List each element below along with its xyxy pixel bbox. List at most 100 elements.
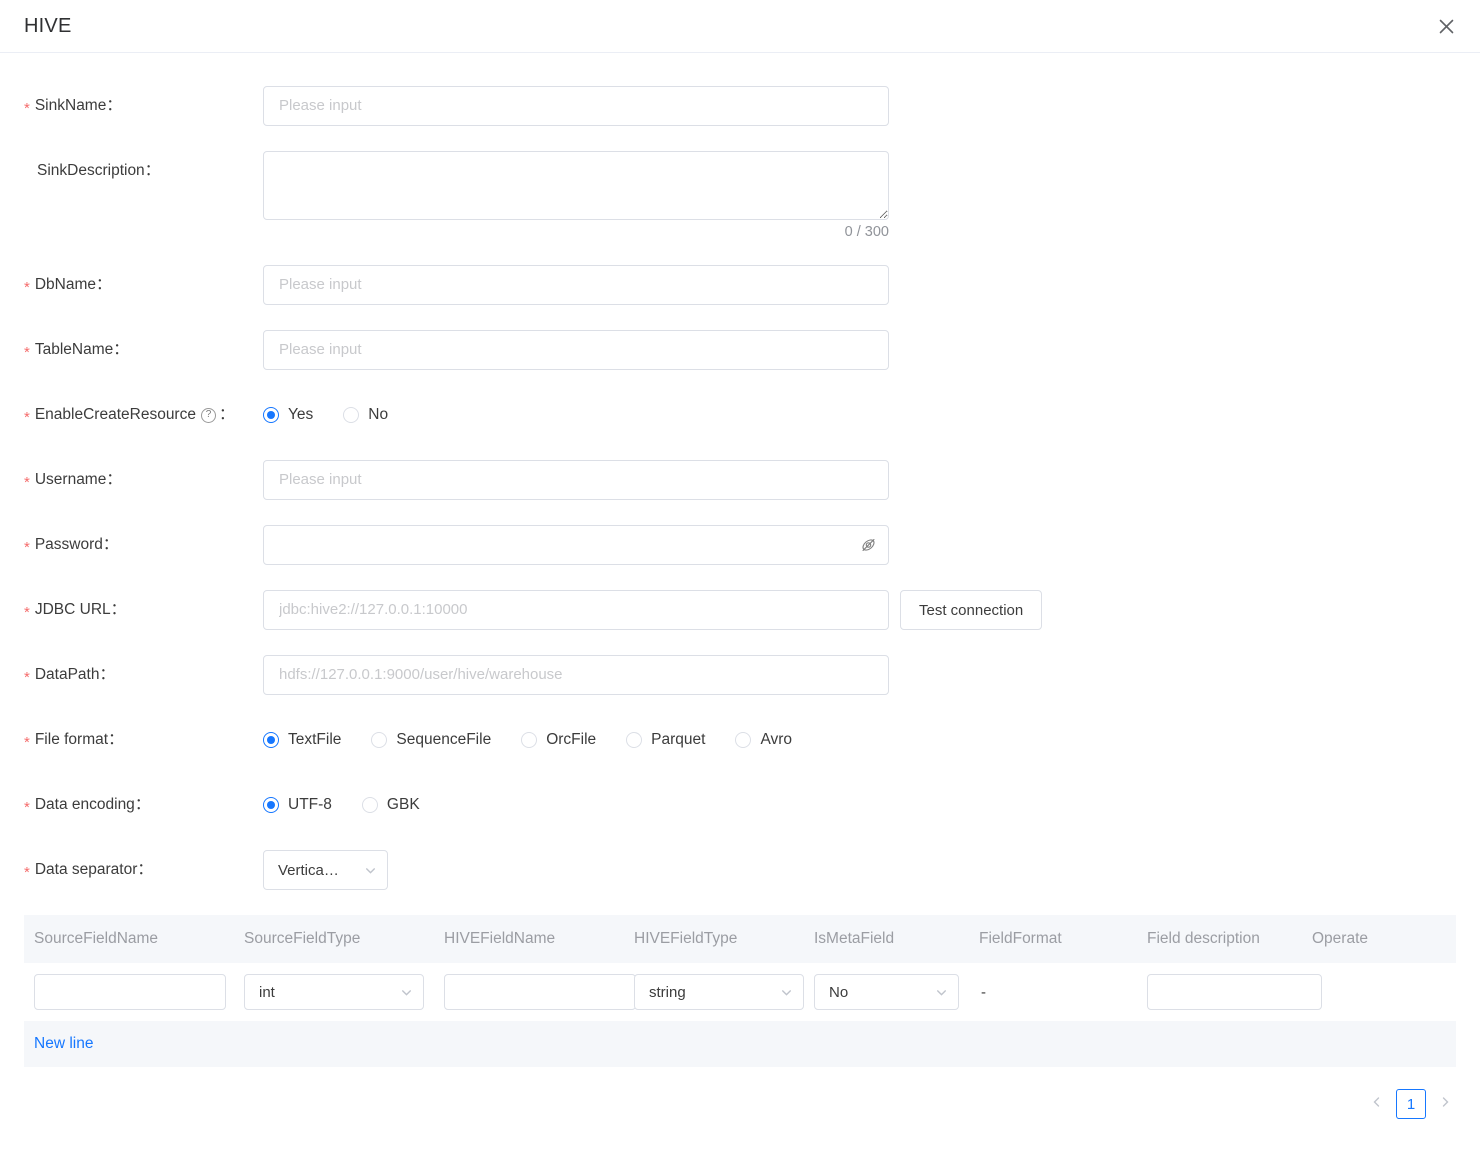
radio-label: Yes bbox=[288, 406, 313, 424]
hive-field-type-value: string bbox=[649, 984, 686, 1001]
column-header-source-field-type: SourceFieldType bbox=[234, 930, 434, 948]
close-button[interactable] bbox=[1428, 8, 1464, 44]
sink-description-textarea[interactable] bbox=[263, 151, 889, 220]
required-asterisk: * bbox=[24, 800, 30, 815]
radio-label: TextFile bbox=[288, 731, 341, 749]
label-text: TableName bbox=[35, 330, 113, 370]
radio-dot bbox=[263, 797, 279, 813]
radio-dot bbox=[263, 407, 279, 423]
form-row-data-path: * DataPath ： bbox=[0, 655, 1480, 695]
radio-file-format-sequencefile[interactable]: SequenceFile bbox=[371, 731, 491, 749]
cell-field-description bbox=[1137, 974, 1302, 1010]
chevron-down-icon bbox=[935, 986, 948, 999]
source-field-type-select[interactable]: int bbox=[244, 974, 424, 1010]
form-row-enable-create-resource: * EnableCreateResource ? ： Yes No bbox=[0, 395, 1480, 435]
sink-name-input[interactable] bbox=[263, 86, 889, 126]
label-text: SinkDescription bbox=[24, 151, 145, 191]
data-separator-select[interactable]: Vertica… bbox=[263, 850, 388, 890]
table-header-row: SourceFieldName SourceFieldType HIVEFiel… bbox=[24, 915, 1456, 963]
radio-label: GBK bbox=[387, 796, 420, 814]
form-row-jdbc-url: * JDBC URL ： Test connection bbox=[0, 590, 1480, 630]
hive-field-type-select[interactable]: string bbox=[634, 974, 804, 1010]
jdbc-url-input[interactable] bbox=[263, 590, 889, 630]
pagination: 1 bbox=[0, 1067, 1480, 1119]
required-asterisk: * bbox=[24, 345, 30, 360]
radio-dot bbox=[521, 732, 537, 748]
form-row-sink-name: * SinkName ： bbox=[0, 86, 1480, 126]
radio-file-format-avro[interactable]: Avro bbox=[735, 731, 792, 749]
is-meta-field-value: No bbox=[829, 984, 848, 1001]
radio-data-encoding-utf8[interactable]: UTF-8 bbox=[263, 796, 332, 814]
label-colon: ： bbox=[96, 265, 112, 305]
column-header-source-field-name: SourceFieldName bbox=[24, 930, 234, 948]
field-jdbc-url: Test connection bbox=[263, 590, 1042, 630]
label-text: EnableCreateResource bbox=[35, 395, 196, 435]
label-text: Data encoding bbox=[35, 785, 135, 825]
label-colon: ： bbox=[145, 151, 161, 191]
column-header-is-meta-field: IsMetaField bbox=[804, 930, 969, 948]
radio-label: SequenceFile bbox=[396, 731, 491, 749]
eye-slash-icon[interactable] bbox=[860, 537, 877, 554]
password-input[interactable] bbox=[263, 525, 889, 565]
label-colon: ： bbox=[135, 785, 151, 825]
label-colon: ： bbox=[113, 330, 129, 370]
cell-source-field-type: int bbox=[234, 974, 434, 1010]
field-password bbox=[263, 525, 889, 565]
new-line-row[interactable]: New line bbox=[24, 1021, 1456, 1067]
source-field-name-input[interactable] bbox=[34, 974, 226, 1010]
table-name-input[interactable] bbox=[263, 330, 889, 370]
description-char-counter: 0 / 300 bbox=[263, 224, 889, 240]
label-colon: ： bbox=[137, 850, 153, 890]
column-header-operate: Operate bbox=[1302, 930, 1456, 948]
form-row-password: * Password ： bbox=[0, 525, 1480, 565]
field-sink-description: 0 / 300 bbox=[263, 151, 889, 240]
username-input[interactable] bbox=[263, 460, 889, 500]
radio-enable-create-resource-no[interactable]: No bbox=[343, 406, 388, 424]
required-asterisk: * bbox=[24, 280, 30, 295]
label-text: File format bbox=[35, 720, 108, 760]
label-db-name: * DbName ： bbox=[0, 265, 263, 305]
form-row-file-format: * File format ： TextFile SequenceFile Or… bbox=[0, 720, 1480, 760]
pagination-prev-button[interactable] bbox=[1366, 1091, 1388, 1117]
required-asterisk: * bbox=[24, 670, 30, 685]
label-enable-create-resource: * EnableCreateResource ? ： bbox=[0, 395, 263, 435]
is-meta-field-select[interactable]: No bbox=[814, 974, 959, 1010]
chevron-left-icon bbox=[1371, 1095, 1383, 1113]
form-row-data-separator: * Data separator ： Vertica… bbox=[0, 850, 1480, 890]
required-asterisk: * bbox=[24, 735, 30, 750]
new-line-link[interactable]: New line bbox=[34, 1035, 93, 1053]
radio-label: Avro bbox=[760, 731, 792, 749]
radio-data-encoding-gbk[interactable]: GBK bbox=[362, 796, 420, 814]
field-sink-name bbox=[263, 86, 889, 126]
data-path-input[interactable] bbox=[263, 655, 889, 695]
cell-hive-field-name bbox=[434, 974, 624, 1010]
required-asterisk: * bbox=[24, 865, 30, 880]
field-data-separator: Vertica… bbox=[263, 850, 388, 890]
db-name-input[interactable] bbox=[263, 265, 889, 305]
source-field-type-value: int bbox=[259, 984, 275, 1001]
chevron-right-icon bbox=[1439, 1095, 1451, 1113]
dialog-header: HIVE bbox=[0, 0, 1480, 53]
radio-file-format-parquet[interactable]: Parquet bbox=[626, 731, 705, 749]
hive-field-name-input[interactable] bbox=[444, 974, 636, 1010]
radio-file-format-textfile[interactable]: TextFile bbox=[263, 731, 341, 749]
form-row-db-name: * DbName ： bbox=[0, 265, 1480, 305]
cell-field-format: - bbox=[969, 984, 1137, 1001]
test-connection-button[interactable]: Test connection bbox=[900, 590, 1042, 630]
field-db-name bbox=[263, 265, 889, 305]
radio-dot bbox=[263, 732, 279, 748]
column-header-field-format: FieldFormat bbox=[969, 930, 1137, 948]
radio-enable-create-resource-yes[interactable]: Yes bbox=[263, 406, 313, 424]
pagination-page-1[interactable]: 1 bbox=[1396, 1089, 1426, 1119]
form-row-data-encoding: * Data encoding ： UTF-8 GBK bbox=[0, 785, 1480, 825]
radio-file-format-orcfile[interactable]: OrcFile bbox=[521, 731, 596, 749]
column-header-hive-field-name: HIVEFieldName bbox=[434, 930, 624, 948]
label-text: JDBC URL bbox=[35, 590, 111, 630]
field-format-value: - bbox=[979, 984, 986, 1001]
pagination-next-button[interactable] bbox=[1434, 1091, 1456, 1117]
question-circle-icon[interactable]: ? bbox=[201, 408, 216, 423]
label-colon: ： bbox=[111, 590, 127, 630]
label-username: * Username ： bbox=[0, 460, 263, 500]
field-description-input[interactable] bbox=[1147, 974, 1322, 1010]
label-data-path: * DataPath ： bbox=[0, 655, 263, 695]
